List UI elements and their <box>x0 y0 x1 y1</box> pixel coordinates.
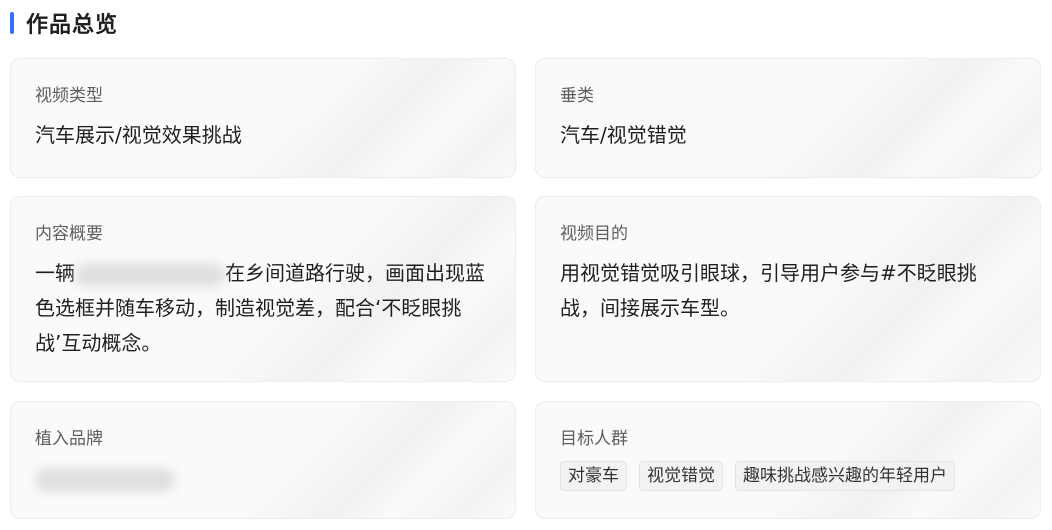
summary-text-start: 一辆 <box>35 261 75 285</box>
card-label: 视频类型 <box>35 86 103 106</box>
audience-tags: 对豪车 视觉错觉 趣味挑战感兴趣的年轻用户 <box>560 461 1016 491</box>
card-label: 视频目的 <box>560 224 628 244</box>
section-title: 作品总览 <box>26 13 119 38</box>
card-vertical: 垂类 汽车/视觉错觉 <box>535 58 1041 178</box>
card-target-audience: 目标人群 对豪车 视觉错觉 趣味挑战感兴趣的年轻用户 <box>535 401 1041 519</box>
card-video-purpose: 视频目的 用视觉错觉吸引眼球，引导用户参与#不眨眼挑战，间接展示车型。 <box>535 196 1041 382</box>
title-accent-bar <box>10 12 14 34</box>
redacted-car-model <box>75 262 225 287</box>
audience-tag: 视觉错觉 <box>639 461 723 491</box>
card-value: 汽车展示/视觉效果挑战 <box>35 123 242 147</box>
card-value: 一辆 在乡间道路行驶，画面出现蓝色选框并随车移动，制造视觉差，配合‘不眨眼挑战’互… <box>35 256 491 361</box>
card-value: 用视觉错觉吸引眼球，引导用户参与#不眨眼挑战，间接展示车型。 <box>560 261 977 320</box>
card-label: 植入品牌 <box>35 429 103 449</box>
card-label: 内容概要 <box>35 224 103 244</box>
card-label: 垂类 <box>560 86 594 106</box>
section-header: 作品总览 <box>10 10 119 38</box>
card-value: 汽车/视觉错觉 <box>560 123 687 147</box>
audience-tag: 趣味挑战感兴趣的年轻用户 <box>735 461 955 491</box>
audience-tag: 对豪车 <box>560 461 627 491</box>
card-value <box>35 461 491 496</box>
card-label: 目标人群 <box>560 429 628 449</box>
card-video-type: 视频类型 汽车展示/视觉效果挑战 <box>10 58 516 178</box>
card-content-summary: 内容概要 一辆 在乡间道路行驶，画面出现蓝色选框并随车移动，制造视觉差，配合‘不眨… <box>10 196 516 382</box>
card-brand: 植入品牌 <box>10 401 516 519</box>
redacted-brand-name <box>35 467 175 492</box>
